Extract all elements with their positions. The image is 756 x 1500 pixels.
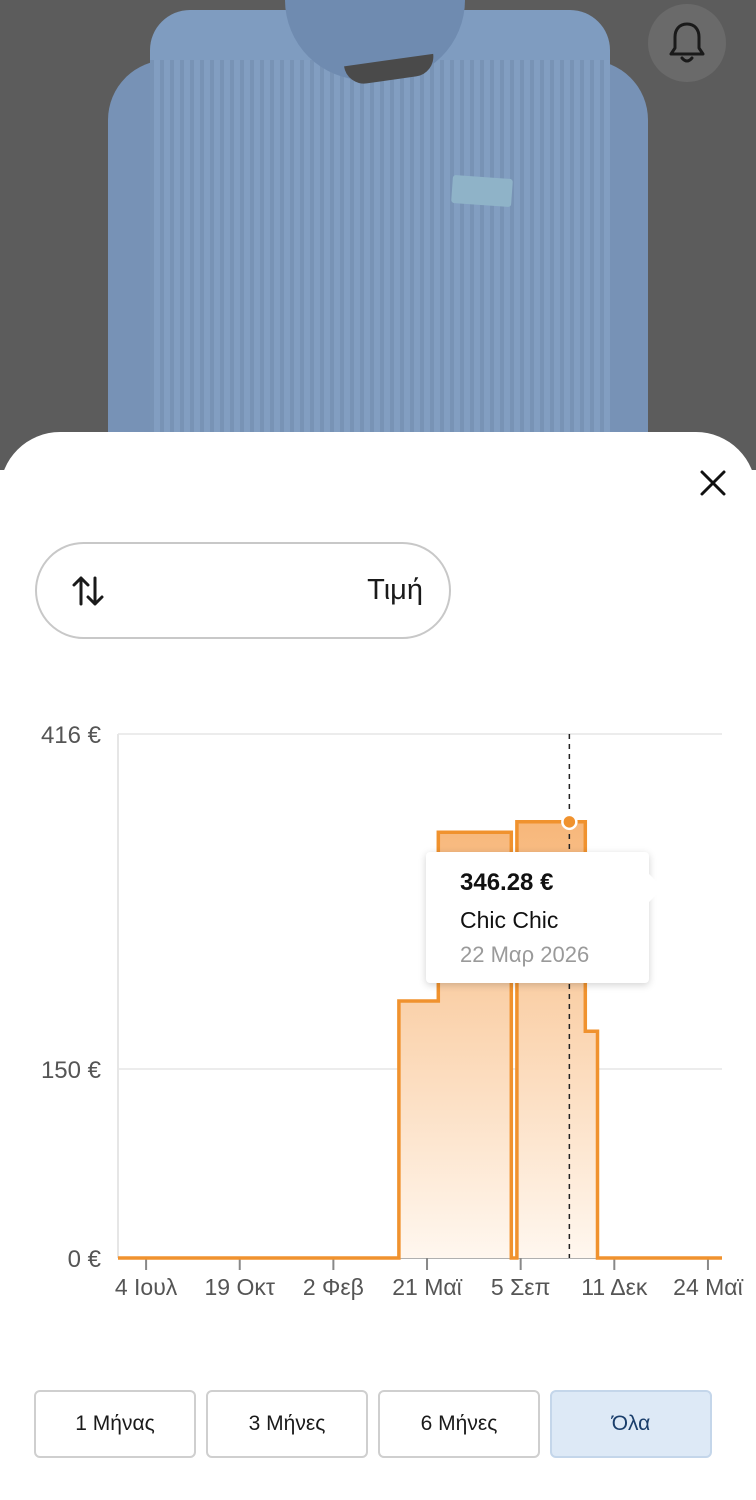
x-tick-label: 21 Μαϊ — [392, 1274, 462, 1300]
sweater-patch — [451, 174, 513, 208]
sort-label: Τιμή — [367, 574, 423, 606]
range-3-months-button[interactable]: 3 Μήνες — [206, 1390, 368, 1458]
y-tick-label: 0 € — [68, 1246, 102, 1273]
product-image — [0, 0, 756, 470]
y-tick-label: 416 € — [41, 722, 102, 749]
x-tick-label: 4 Ιουλ — [115, 1274, 178, 1300]
bell-icon — [669, 22, 705, 63]
hover-marker-dot — [561, 813, 578, 831]
range-selector: 1 Μήνας 3 Μήνες 6 Μήνες Όλα — [34, 1390, 716, 1460]
tooltip-store: Chic Chic — [460, 907, 559, 933]
range-1-month-button[interactable]: 1 Μήνας — [34, 1390, 196, 1458]
close-button[interactable] — [690, 460, 736, 506]
x-tick-label: 24 Μαϊ — [673, 1274, 743, 1300]
y-tick-label: 150 € — [41, 1057, 102, 1084]
x-tick-label: 11 Δεκ — [581, 1274, 648, 1300]
range-all-button[interactable]: Όλα — [550, 1390, 712, 1458]
sort-price-button[interactable]: Τιμή — [35, 542, 451, 639]
tooltip-date: 22 Μαρ 2026 — [460, 942, 590, 967]
close-icon — [700, 470, 726, 496]
x-tick-label: 5 Σεπ — [491, 1274, 551, 1300]
sort-arrows-icon — [72, 576, 104, 606]
x-tick-label: 19 Οκτ — [205, 1274, 275, 1300]
x-tick-label: 2 Φεβ — [303, 1274, 364, 1300]
notify-button[interactable] — [648, 4, 726, 82]
sweater-ribs — [150, 60, 610, 470]
price-history-chart: 416 € 150 € 0 € 4 Ιουλ 19 Οκτ 2 Φεβ 21 Μαϊ 5 Σ… — [41, 722, 744, 1300]
tooltip-price: 346.28 € — [460, 869, 554, 896]
range-6-months-button[interactable]: 6 Μήνες — [378, 1390, 540, 1458]
price-tooltip: 346.28 € Chic Chic 22 Μαρ 2026 — [426, 852, 663, 983]
